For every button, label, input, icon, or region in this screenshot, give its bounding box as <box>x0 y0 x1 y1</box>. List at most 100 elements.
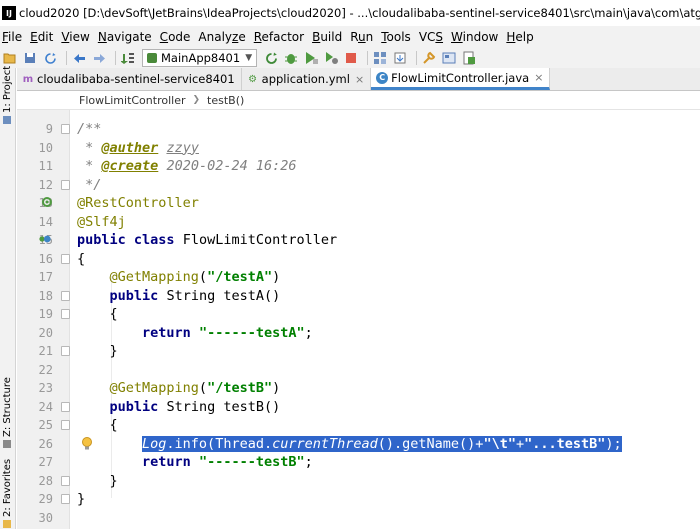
gutter-line[interactable]: 30 <box>17 509 70 527</box>
close-icon[interactable]: × <box>355 73 364 86</box>
build-project-icon[interactable] <box>120 50 136 66</box>
gutter-line[interactable]: 19 <box>17 305 70 323</box>
gutter-line[interactable]: 13 <box>17 194 70 212</box>
code-editor[interactable]: /** * @auther zzyy * @create 2020-02-24 … <box>71 110 700 529</box>
gutter-line[interactable]: 14 <box>17 213 70 231</box>
open-folder-icon[interactable] <box>2 50 18 66</box>
fold-marker-icon[interactable] <box>61 309 70 319</box>
settings-wrench-icon[interactable] <box>421 50 437 66</box>
gutter-line[interactable]: 21 <box>17 342 70 360</box>
gutter-line[interactable]: 16 <box>17 250 70 268</box>
structure-panel-toggle[interactable]: Z: Structure <box>2 377 13 448</box>
code-line-29: } <box>77 491 86 507</box>
menu-item[interactable]: Analyze <box>194 30 249 44</box>
menu-item[interactable]: File <box>0 30 26 44</box>
menu-item[interactable]: Build <box>308 30 346 44</box>
menu-item[interactable]: Edit <box>26 30 57 44</box>
gutter-line[interactable]: 23 <box>17 379 70 397</box>
editor-gutter[interactable]: 9 10 11 12 13 14 15 16 17 18 19 20 21 22 23 24 25 26 27 28 2… <box>17 110 70 529</box>
gutter-line[interactable]: 18 <box>17 287 70 305</box>
fold-marker-icon[interactable] <box>61 124 70 134</box>
rerun-icon[interactable] <box>263 50 279 66</box>
gutter-line[interactable]: 22 <box>17 361 70 379</box>
close-icon[interactable]: × <box>534 71 543 84</box>
gutter-line[interactable]: 27 <box>17 453 70 471</box>
vcs-update-icon[interactable] <box>392 50 408 66</box>
spring-controller-gutter-icon[interactable] <box>39 233 51 245</box>
menu-item-text: R <box>350 30 359 44</box>
gutter-line[interactable]: 12 <box>17 176 70 194</box>
code-line-21: } <box>109 343 118 359</box>
line-number: 24 <box>38 399 53 414</box>
menu-item[interactable]: View <box>57 30 93 44</box>
menu-item[interactable]: VCS <box>415 30 447 44</box>
menu-item[interactable]: Window <box>447 30 502 44</box>
menu-item[interactable]: Run <box>346 30 377 44</box>
code-line-9: /** <box>77 121 102 137</box>
favorites-panel-label: 2: Favorites <box>2 458 13 517</box>
code-line-26: Log.info(Thread.currentThread().getName(… <box>71 435 700 454</box>
editor-tab[interactable]: ⚙ application.yml × <box>242 68 372 90</box>
line-number: 18 <box>38 288 53 303</box>
back-arrow-icon[interactable] <box>71 50 87 66</box>
menu-item-mnemonic: R <box>253 30 262 44</box>
project-settings-icon[interactable] <box>441 50 457 66</box>
menu-item-mnemonic: N <box>97 30 107 44</box>
breadcrumb-separator-icon: ❯ <box>192 95 201 105</box>
sync-icon[interactable] <box>42 50 58 66</box>
gutter-line[interactable]: 28 <box>17 472 70 490</box>
fold-marker-icon[interactable] <box>61 420 70 430</box>
selected-code[interactable]: Log.info(Thread.currentThread().getName(… <box>142 435 622 452</box>
gutter-line[interactable]: 10 <box>17 139 70 157</box>
save-all-icon[interactable] <box>22 50 38 66</box>
line-number: 14 <box>38 214 53 229</box>
gutter-line[interactable]: 11 <box>17 157 70 175</box>
line-number: 26 <box>38 436 53 451</box>
breadcrumb: FlowLimitController ❯ testB() <box>17 91 700 110</box>
line-number: 30 <box>38 510 53 525</box>
gutter-line[interactable]: 9 <box>17 120 70 138</box>
code-line-15: public class FlowLimitController <box>77 232 338 248</box>
project-structure-icon[interactable] <box>372 50 388 66</box>
gutter-line[interactable]: 25 <box>17 416 70 434</box>
gutter-line[interactable]: 29 <box>17 490 70 508</box>
fold-marker-icon[interactable] <box>61 475 70 486</box>
intention-lightbulb-icon[interactable] <box>81 436 93 451</box>
fold-marker-icon[interactable] <box>61 179 70 190</box>
favorites-panel-toggle[interactable]: 2: Favorites <box>2 459 13 528</box>
fold-marker-icon[interactable] <box>61 346 70 356</box>
line-number: 29 <box>38 492 53 506</box>
breadcrumb-method[interactable]: testB() <box>207 94 244 107</box>
project-panel-toggle[interactable]: 1: Project <box>2 66 13 124</box>
gutter-line[interactable]: 24 <box>17 398 70 416</box>
gutter-line[interactable]: 15 <box>17 231 70 249</box>
sdk-manager-icon[interactable] <box>461 50 477 66</box>
editor-tab-bar: m cloudalibaba-sentinel-service8401 ⚙ appli… <box>17 68 700 91</box>
fold-marker-icon[interactable] <box>61 401 70 412</box>
gutter-line[interactable]: 17 <box>17 268 70 286</box>
run-with-coverage-icon[interactable] <box>303 50 319 66</box>
editor-tab[interactable]: C FlowLimitController.java × <box>371 68 551 90</box>
gutter-line[interactable]: 20 <box>17 324 70 342</box>
window-title: cloud2020 [D:\devSoft\JetBrains\IdeaProj… <box>19 6 700 20</box>
menu-item[interactable]: Help <box>502 30 537 44</box>
menu-item[interactable]: Code <box>156 30 195 44</box>
fold-marker-icon[interactable] <box>61 494 70 504</box>
editor-tab[interactable]: m cloudalibaba-sentinel-service8401 <box>17 68 242 90</box>
menu-item[interactable]: Tools <box>377 30 415 44</box>
gutter-line[interactable]: 26 <box>17 435 70 453</box>
profile-icon[interactable] <box>323 50 339 66</box>
fold-marker-icon[interactable] <box>61 253 70 264</box>
run-configuration-dropdown[interactable]: MainApp8401 ▼ <box>142 49 258 67</box>
code-line-16: { <box>77 250 86 267</box>
stop-icon[interactable] <box>343 50 359 66</box>
breadcrumb-class[interactable]: FlowLimitController <box>79 94 186 107</box>
line-number: 19 <box>38 307 53 321</box>
spring-bean-gutter-icon[interactable] <box>41 196 53 208</box>
menu-item[interactable]: Navigate <box>94 30 156 44</box>
menu-item-text: ile <box>8 30 23 44</box>
menu-item[interactable]: Refactor <box>250 30 308 44</box>
debug-icon[interactable] <box>283 50 299 66</box>
fold-marker-icon[interactable] <box>61 290 70 301</box>
forward-arrow-icon[interactable] <box>91 50 107 66</box>
